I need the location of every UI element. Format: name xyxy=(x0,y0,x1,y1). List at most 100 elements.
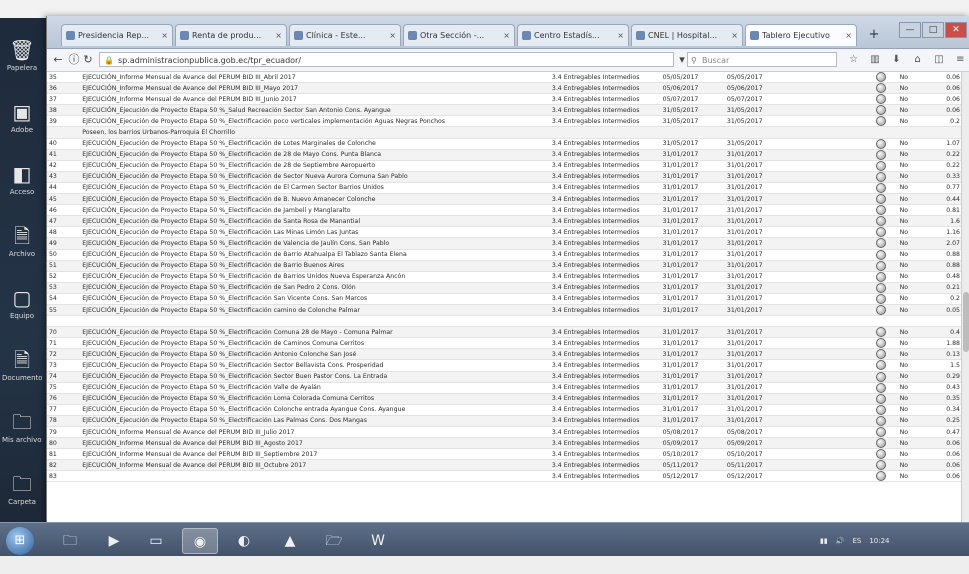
new-tab-button[interactable]: + xyxy=(865,26,883,44)
status-circle-icon[interactable] xyxy=(876,116,887,126)
taskbar-app-icon[interactable]: ▲ xyxy=(272,528,308,554)
status-circle-icon[interactable] xyxy=(876,171,887,182)
table-row[interactable]: 75 EJECUCIÓN_Ejecución de Proyecto Etapa … xyxy=(47,382,962,394)
status-circle-icon[interactable] xyxy=(876,415,887,426)
home-icon[interactable]: ⌂ xyxy=(911,52,924,68)
table-row[interactable]: 78 EJECUCIÓN_Ejecución de Proyecto Etapa … xyxy=(47,415,962,428)
desktop-icon[interactable]: 🗎 Archivo xyxy=(2,216,42,278)
browser-tab[interactable]: Otra Sección -... × xyxy=(403,24,515,46)
status-circle-icon[interactable] xyxy=(876,249,887,260)
table-row[interactable]: 42 EJECUCIÓN_Ejecución de Proyecto Etapa … xyxy=(47,160,962,172)
status-circle-icon[interactable] xyxy=(876,105,887,115)
tab-close-icon[interactable]: × xyxy=(617,25,624,46)
status-circle-icon[interactable] xyxy=(876,216,887,226)
status-circle-icon[interactable] xyxy=(876,449,887,459)
status-circle-icon[interactable] xyxy=(876,393,887,404)
table-row[interactable]: 39 EJECUCIÓN_Ejecución de Proyecto Etapa … xyxy=(47,115,962,128)
network-icon[interactable]: ▮▮ xyxy=(820,537,828,545)
tab-close-icon[interactable]: × xyxy=(731,25,738,46)
maximize-button[interactable]: □ xyxy=(922,22,944,38)
tab-close-icon[interactable]: × xyxy=(845,25,852,46)
info-icon[interactable]: ⓘ xyxy=(67,52,81,68)
status-circle-icon[interactable] xyxy=(876,349,887,359)
close-window-button[interactable]: ✕ xyxy=(945,22,967,38)
table-row[interactable]: 50 EJECUCIÓN_Ejecución de Proyecto Etapa … xyxy=(47,249,962,261)
table-row[interactable]: 51 EJECUCIÓN_Ejecución de Proyecto Etapa … xyxy=(47,260,962,272)
table-row[interactable]: 41 EJECUCIÓN_Ejecución de Proyecto Etapa … xyxy=(47,149,962,161)
table-row[interactable] xyxy=(47,315,962,328)
taskbar-app-icon[interactable]: 🗀 xyxy=(52,528,88,554)
taskbar-app-icon[interactable]: ▶ xyxy=(96,528,132,554)
status-circle-icon[interactable] xyxy=(876,327,887,337)
status-circle-icon[interactable] xyxy=(876,149,887,160)
star-icon[interactable]: ☆ xyxy=(847,52,860,68)
table-row[interactable]: 52 EJECUCIÓN_Ejecución de Proyecto Etapa … xyxy=(47,271,962,283)
table-row[interactable]: 40 EJECUCIÓN_Ejecución de Proyecto Etapa … xyxy=(47,138,962,150)
table-row[interactable]: 70 EJECUCIÓN_Ejecución de Proyecto Etapa … xyxy=(47,326,962,339)
status-circle-icon[interactable] xyxy=(876,371,887,382)
status-circle-icon[interactable] xyxy=(876,182,887,193)
back-arrow-icon[interactable]: ← xyxy=(51,52,65,68)
table-row[interactable]: 49 EJECUCIÓN_Ejecución de Proyecto Etapa … xyxy=(47,237,962,250)
tab-close-icon[interactable]: × xyxy=(389,25,396,46)
status-circle-icon[interactable] xyxy=(876,83,887,93)
table-row[interactable]: 53 EJECUCIÓN_Ejecución de Proyecto Etapa … xyxy=(47,282,962,294)
status-circle-icon[interactable] xyxy=(876,282,887,293)
table-row[interactable]: 46 EJECUCIÓN_Ejecución de Proyecto Etapa … xyxy=(47,204,962,217)
table-row[interactable]: 38 EJECUCIÓN_Ejecución de Proyecto Etapa … xyxy=(47,104,962,117)
status-circle-icon[interactable] xyxy=(876,360,887,371)
minimize-button[interactable]: — xyxy=(899,22,921,38)
status-circle-icon[interactable] xyxy=(876,238,887,248)
browser-tab[interactable]: CNEL | Hospital... × xyxy=(631,24,743,46)
status-circle-icon[interactable] xyxy=(876,94,887,104)
reload-icon[interactable]: ↻ xyxy=(81,52,95,68)
status-circle-icon[interactable] xyxy=(876,260,887,271)
tab-close-icon[interactable]: × xyxy=(275,25,282,46)
status-circle-icon[interactable] xyxy=(876,271,887,282)
table-row[interactable]: 77 EJECUCIÓN_Ejecución de Proyecto Etapa … xyxy=(47,404,962,416)
taskbar-app-icon[interactable]: 🗁 xyxy=(316,528,352,554)
download-icon[interactable]: ⬇ xyxy=(890,52,903,68)
desktop-icon[interactable]: ▣ Adobe xyxy=(2,92,42,154)
status-circle-icon[interactable] xyxy=(876,382,887,393)
table-row[interactable]: 35 EJECUCIÓN_Informe Mensual de Avance de… xyxy=(47,72,962,84)
vertical-scrollbar[interactable] xyxy=(961,72,969,538)
table-row[interactable]: 47 EJECUCIÓN_Ejecución de Proyecto Etapa … xyxy=(47,215,962,228)
status-circle-icon[interactable] xyxy=(876,160,887,171)
table-row[interactable]: 82 EJECUCIÓN_Informe Mensual de Avance de… xyxy=(47,459,962,472)
table-row[interactable]: Poseen, los barrios Urbanos-Parroquia El… xyxy=(47,126,962,139)
taskbar-app-icon[interactable]: W xyxy=(360,528,396,554)
status-circle-icon[interactable] xyxy=(876,404,887,415)
table-row[interactable]: 37 EJECUCIÓN_Informe Mensual de Avance de… xyxy=(47,93,962,106)
volume-icon[interactable]: 🔊 xyxy=(836,537,845,545)
status-circle-icon[interactable] xyxy=(876,138,887,149)
clock[interactable]: 10:24 xyxy=(869,537,889,545)
search-input[interactable]: ⚲ Buscar xyxy=(687,52,837,67)
scrollbar-thumb[interactable] xyxy=(963,292,969,352)
status-circle-icon[interactable] xyxy=(876,471,887,481)
start-button[interactable]: ⊞ xyxy=(6,527,34,555)
browser-tab[interactable]: Centro Estadís... × xyxy=(517,24,629,46)
browser-tab[interactable]: Presidencia Rep... × xyxy=(61,24,173,46)
table-row[interactable]: 44 EJECUCIÓN_Ejecución de Proyecto Etapa … xyxy=(47,182,962,195)
status-circle-icon[interactable] xyxy=(876,205,887,215)
table-row[interactable]: 76 EJECUCIÓN_Ejecución de Proyecto Etapa … xyxy=(47,393,962,405)
table-row[interactable]: 74 EJECUCIÓN_Ejecución de Proyecto Etapa … xyxy=(47,371,962,383)
status-circle-icon[interactable] xyxy=(876,338,887,348)
table-row[interactable]: 72 EJECUCIÓN_Ejecución de Proyecto Etapa … xyxy=(47,348,962,361)
tab-close-icon[interactable]: × xyxy=(503,25,510,46)
table-row[interactable]: 36 EJECUCIÓN_Informe Mensual de Avance de… xyxy=(47,82,962,95)
table-row[interactable]: 54 EJECUCIÓN_Ejecución de Proyecto Etapa … xyxy=(47,293,962,305)
taskbar-app-icon[interactable]: ◉ xyxy=(182,528,218,554)
table-row[interactable]: 83 3.4 Entregables Intermedios 05/12/2017 0… xyxy=(47,470,962,483)
table-row[interactable]: 45 EJECUCIÓN_Ejecución de Proyecto Etapa … xyxy=(47,193,962,206)
desktop-icon[interactable]: 🗑 Papelera xyxy=(2,30,42,92)
status-circle-icon[interactable] xyxy=(876,293,887,304)
address-bar[interactable]: 🔒 sp.administracionpublica.gob.ec/tpr_ec… xyxy=(99,52,674,67)
table-row[interactable]: 80 EJECUCIÓN_Informe Mensual de Avance de… xyxy=(47,437,962,450)
table-row[interactable]: 79 EJECUCIÓN_Informe Mensual de Avance de… xyxy=(47,426,962,439)
desktop-icon[interactable]: 🗀 Mis archivos xyxy=(2,402,42,464)
desktop-icon[interactable]: ◧ Acceso xyxy=(2,154,42,216)
status-circle-icon[interactable] xyxy=(876,305,887,315)
status-circle-icon[interactable] xyxy=(876,438,887,448)
